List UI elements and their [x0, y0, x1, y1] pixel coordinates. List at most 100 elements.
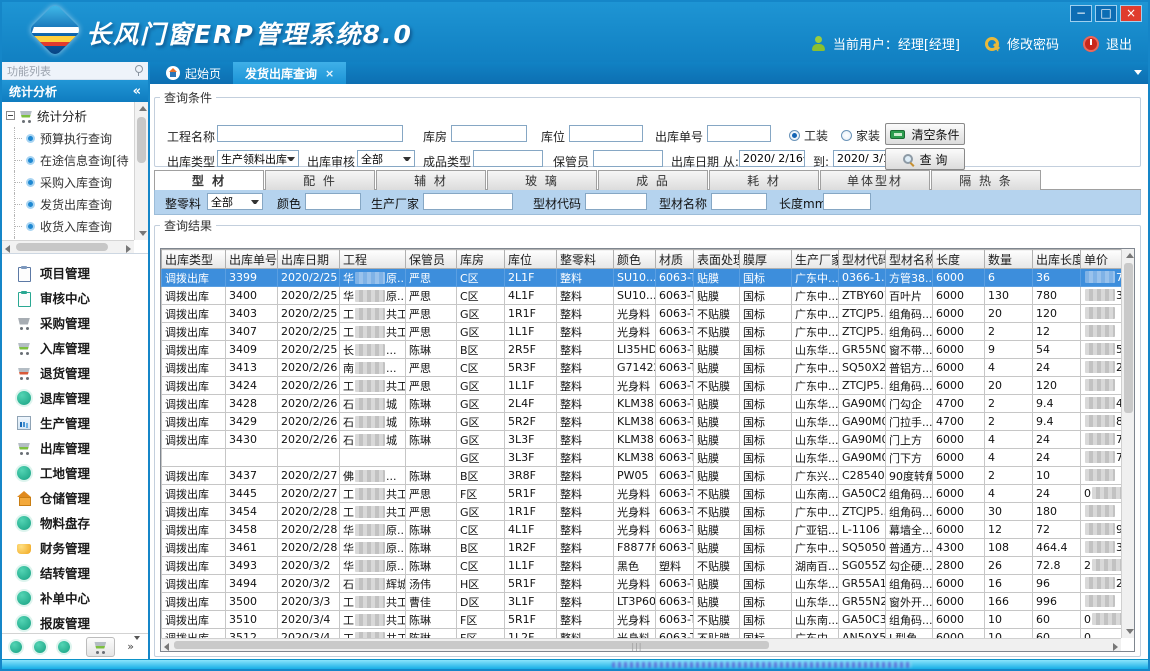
sidebar-item[interactable]: 退库管理 — [2, 385, 148, 410]
table-row[interactable]: 调拨出库33992020/2/25华原...严思C区2L1F整料SU10...6… — [162, 269, 1122, 287]
column-header[interactable]: 生产厂家 — [792, 250, 839, 269]
column-header[interactable]: 膜厚 — [740, 250, 792, 269]
tab-dropdown-icon[interactable] — [1134, 70, 1142, 75]
tree-expand-icon[interactable] — [6, 111, 15, 120]
tab-home[interactable]: 起始页 — [154, 62, 233, 84]
material-tab[interactable]: 单体型材 — [820, 170, 930, 190]
column-header[interactable]: 库房 — [457, 250, 505, 269]
column-header[interactable]: 型材代码 — [839, 250, 886, 269]
table-row[interactable]: 调拨出库34242020/2/26工共工程严思G区1L1F整料光身料6063-T… — [162, 377, 1122, 395]
sidebar-item[interactable]: 财务管理 — [2, 535, 148, 560]
collapse-icon[interactable]: « — [133, 84, 141, 99]
sidebar-item[interactable]: 入库管理 — [2, 335, 148, 360]
tree-root-item[interactable]: 统计分析 — [6, 104, 132, 127]
column-header[interactable]: 型材名称 — [886, 250, 933, 269]
table-row[interactable]: 调拨出库34612020/2/28华原...陈琳B区1R2F整料F8877FT6… — [162, 539, 1122, 557]
sidebar-item[interactable]: 生产管理 — [2, 410, 148, 435]
table-row[interactable]: 调拨出库34452020/2/27工共工程严思F区5R1F整料光身料6063-T… — [162, 485, 1122, 503]
tree-item[interactable]: 收货入库查询 — [6, 215, 132, 237]
warehouse-input[interactable] — [451, 125, 527, 142]
tree-vertical-scrollbar[interactable] — [134, 102, 148, 240]
location-input[interactable] — [569, 125, 643, 142]
table-row[interactable]: 调拨出库34292020/2/26石城陈琳G区5R2F整料KLM38176063… — [162, 413, 1122, 431]
sidebar-item[interactable]: 采购管理 — [2, 310, 148, 335]
column-header[interactable]: 出库日期 — [278, 250, 340, 269]
table-row[interactable]: 调拨出库34302020/2/26石城陈琳G区3L3F整料KLM38176063… — [162, 431, 1122, 449]
material-tab[interactable]: 玻 璃 — [487, 170, 597, 190]
table-row[interactable]: 调拨出库35002020/3/3工共工程曹佳D区3L1F整料LT3P606063… — [162, 593, 1122, 611]
date-from-select[interactable]: 2020/ 2/16 — [739, 150, 805, 167]
whole-part-select[interactable]: 全部 — [207, 193, 263, 210]
material-tab[interactable]: 隔 热 条 — [931, 170, 1041, 190]
section-header[interactable]: 统计分析 « — [2, 80, 148, 102]
column-header[interactable]: 工程 — [340, 250, 406, 269]
sidebar-item[interactable]: 结转管理 — [2, 560, 148, 585]
sidebar-item[interactable]: 审核中心 — [2, 285, 148, 310]
column-header[interactable]: 出库长度 — [1033, 250, 1081, 269]
table-row[interactable]: G区3L3F整料KLM38176063-T5贴膜国标山东华...GA90M09.… — [162, 449, 1122, 467]
change-password-link[interactable]: 修改密码 — [1007, 34, 1059, 53]
tree-item[interactable]: 在途信息查询[待 — [6, 149, 132, 171]
table-row[interactable]: 调拨出库35122020/3/4工共工程陈琳F区1L2F整料光身料6063-T5… — [162, 629, 1122, 639]
color-input[interactable] — [305, 193, 361, 210]
maximize-button[interactable]: □ — [1095, 5, 1117, 22]
tab-shipment-query[interactable]: 发货出库查询× — [233, 62, 346, 84]
table-row[interactable]: 调拨出库34072020/2/25工共工程严思G区1L1F整料光身料6063-T… — [162, 323, 1122, 341]
material-tab[interactable]: 成 品 — [598, 170, 708, 190]
tree-item[interactable]: 采购入库查询 — [6, 171, 132, 193]
table-row[interactable]: 调拨出库34932020/3/2华原...陈琳C区1L1F整料黑色塑料不贴膜国标… — [162, 557, 1122, 575]
footer-dot-icon[interactable] — [34, 641, 46, 653]
table-row[interactable]: 调拨出库34942020/3/2石辉城汤伟H区5R1F整料光身料6063-T5贴… — [162, 575, 1122, 593]
grid-vertical-scrollbar[interactable] — [1121, 249, 1134, 638]
material-tab[interactable]: 型 材 — [154, 170, 264, 190]
table-row[interactable]: 调拨出库34132020/2/26南...严思C区5R3F整料G71422606… — [162, 359, 1122, 377]
table-row[interactable]: 调拨出库34582020/2/28华原...陈琳C区4L1F整料光身料6063-… — [162, 521, 1122, 539]
footer-cart-button[interactable] — [86, 637, 116, 657]
sidebar-item[interactable]: 工地管理 — [2, 460, 148, 485]
column-header[interactable]: 整零料 — [557, 250, 614, 269]
table-row[interactable]: 调拨出库35102020/3/4工共工程陈琳F区5R1F整料光身料6063-T5… — [162, 611, 1122, 629]
tree-item[interactable]: 预算执行查询 — [6, 127, 132, 149]
maker-input[interactable] — [423, 193, 513, 210]
column-header[interactable]: 保管员 — [406, 250, 457, 269]
radio-gongzhuang[interactable]: 工装 — [789, 127, 828, 144]
column-header[interactable]: 表面处理 — [694, 250, 740, 269]
search-button[interactable]: 查 询 — [885, 148, 965, 170]
grid-horizontal-scrollbar[interactable]: ||| — [161, 638, 1121, 651]
sidebar-item[interactable]: 退货管理 — [2, 360, 148, 385]
material-tab[interactable]: 耗 材 — [709, 170, 819, 190]
minimize-button[interactable]: − — [1070, 5, 1092, 22]
table-row[interactable]: 调拨出库34092020/2/25长...陈琳B区2R5F整料LI35HD606… — [162, 341, 1122, 359]
column-header[interactable]: 材质 — [656, 250, 694, 269]
product-type-input[interactable] — [473, 150, 543, 167]
sidebar-item[interactable]: 项目管理 — [2, 260, 148, 285]
column-header[interactable]: 长度 — [933, 250, 985, 269]
keeper-input[interactable] — [593, 150, 663, 167]
audit-select[interactable]: 全部 — [357, 150, 415, 167]
outbound-type-select[interactable]: 生产领料出库 — [217, 150, 299, 167]
column-header[interactable]: 颜色 — [614, 250, 656, 269]
tab-close-icon[interactable]: × — [325, 67, 334, 80]
sidebar-item[interactable]: 仓储管理 — [2, 485, 148, 510]
table-row[interactable]: 调拨出库34542020/2/28工共工程严思G区1R1F整料光身料6063-T… — [162, 503, 1122, 521]
footer-dot-icon[interactable] — [58, 641, 70, 653]
profile-code-input[interactable] — [585, 193, 647, 210]
logout-link[interactable]: 退出 — [1106, 34, 1132, 53]
material-tab[interactable]: 辅 材 — [376, 170, 486, 190]
tree-horizontal-scrollbar[interactable] — [2, 240, 134, 253]
clear-conditions-button[interactable]: 清空条件 — [885, 123, 965, 145]
order-no-input[interactable] — [707, 125, 771, 142]
sidebar-item[interactable]: 物料盘存 — [2, 510, 148, 535]
footer-dot-icon[interactable] — [10, 641, 22, 653]
sidebar-item[interactable]: 出库管理 — [2, 435, 148, 460]
table-row[interactable]: 调拨出库34372020/2/27佛...陈琳B区3R8F整料PW056063-… — [162, 467, 1122, 485]
column-header[interactable]: 出库类型 — [162, 250, 226, 269]
column-header[interactable]: 数量 — [985, 250, 1033, 269]
length-input[interactable] — [823, 193, 871, 210]
pin-icon[interactable] — [134, 65, 143, 76]
profile-name-input[interactable] — [711, 193, 767, 210]
footer-chevron[interactable]: » — [127, 642, 140, 651]
table-row[interactable]: 调拨出库34002020/2/25华原...严思C区4L1F整料SU10...6… — [162, 287, 1122, 305]
column-header[interactable]: 单价 — [1081, 250, 1122, 269]
material-tab[interactable]: 配 件 — [265, 170, 375, 190]
